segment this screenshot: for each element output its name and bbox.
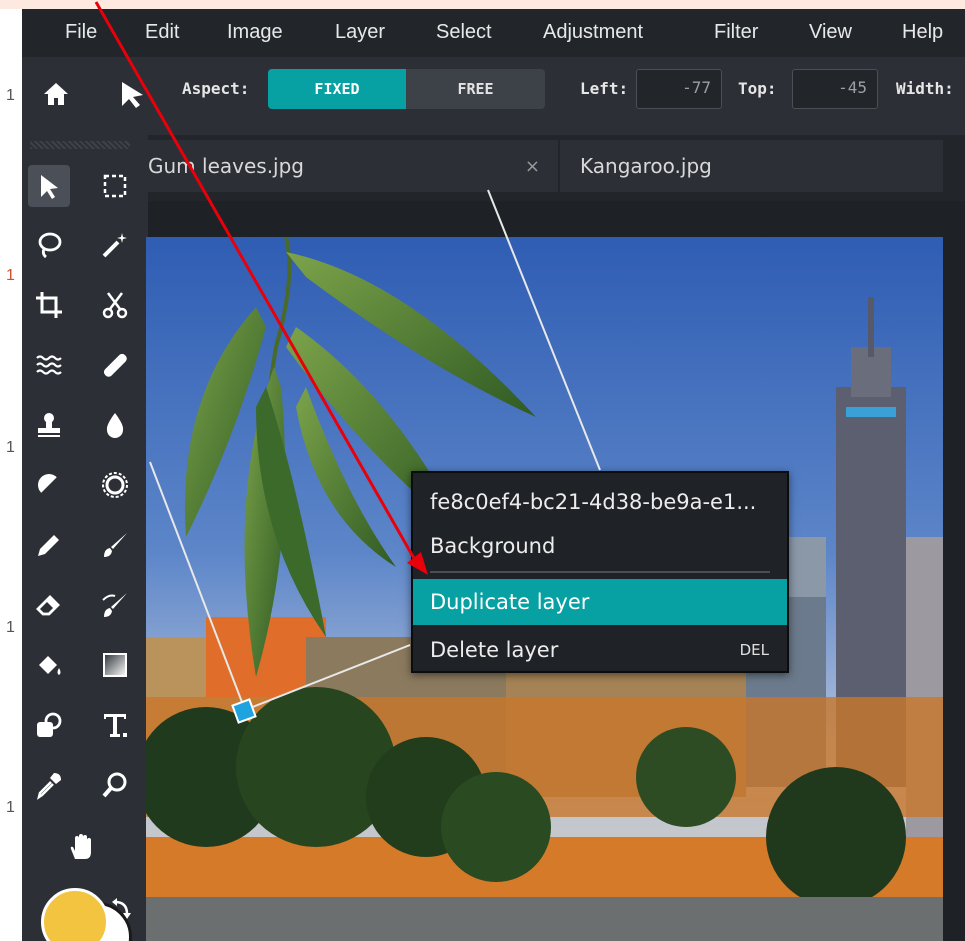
gradient-icon[interactable] (94, 644, 136, 686)
panel-grip[interactable] (30, 141, 140, 149)
menu-filter[interactable]: Filter (714, 21, 758, 44)
crop-icon[interactable] (28, 284, 70, 326)
duplicate-layer-label: Duplicate layer (430, 590, 590, 614)
left-label: Left: (580, 79, 629, 98)
blur-icon[interactable] (94, 404, 136, 446)
menu-image[interactable]: Image (227, 21, 283, 44)
ruler-number: 1 (6, 87, 15, 104)
lasso-icon[interactable] (28, 224, 70, 266)
menu-bar: File Edit Image Layer Select Adjustment … (22, 9, 965, 57)
fill-icon[interactable] (28, 644, 70, 686)
menu-view[interactable]: View (809, 21, 852, 44)
smudge-brush-icon[interactable] (94, 584, 136, 626)
menu-layer[interactable]: Layer (335, 21, 385, 44)
eraser-icon[interactable] (28, 584, 70, 626)
close-tab-icon[interactable]: × (525, 156, 540, 177)
aspect-free-button[interactable]: FREE (406, 69, 545, 109)
hand-icon[interactable] (61, 826, 103, 868)
width-label: Width: (896, 79, 954, 98)
home-icon[interactable] (42, 81, 70, 111)
liquify-icon[interactable] (28, 344, 70, 386)
cut-icon[interactable] (94, 284, 136, 326)
top-input[interactable]: -45 (792, 69, 878, 109)
layer-context-menu: fe8c0ef4-bc21-4d38-be9a-e1... Background… (411, 471, 789, 673)
left-input[interactable]: -77 (636, 69, 722, 109)
dodge-icon[interactable] (28, 464, 70, 506)
ctx-background-item[interactable]: Background (413, 523, 787, 569)
aspect-label: Aspect: (182, 79, 250, 98)
zoom-icon[interactable] (94, 764, 136, 806)
magic-wand-icon[interactable] (94, 224, 136, 266)
move-arrow-icon[interactable] (118, 80, 150, 114)
tab-label: Kangaroo.jpg (580, 154, 712, 178)
heal-icon[interactable] (94, 344, 136, 386)
menu-adjustment[interactable]: Adjustment (543, 21, 643, 44)
ctx-separator (430, 571, 770, 573)
ruler-number: 1 (6, 439, 15, 456)
sponge-icon[interactable] (94, 464, 136, 506)
ctx-background-label: Background (430, 534, 556, 558)
eyedropper-icon[interactable] (28, 764, 70, 806)
menu-select[interactable]: Select (436, 21, 492, 44)
shape-icon[interactable] (28, 704, 70, 746)
delete-layer-item[interactable]: Delete layer DEL (413, 627, 787, 673)
ruler-number: 1 (6, 619, 15, 636)
tab-label: Gum leaves.jpg (148, 154, 304, 178)
tab-gum-leaves[interactable]: Gum leaves.jpg × (130, 140, 558, 192)
delete-shortcut: DEL (739, 641, 769, 659)
ctx-layer-label: fe8c0ef4-bc21-4d38-be9a-e1... (430, 490, 757, 514)
clone-stamp-icon[interactable] (28, 404, 70, 446)
text-icon[interactable] (94, 704, 136, 746)
tab-kangaroo[interactable]: Kangaroo.jpg (558, 140, 943, 192)
delete-layer-label: Delete layer (430, 638, 559, 662)
menu-file[interactable]: File (65, 21, 97, 44)
pencil-icon[interactable] (28, 524, 70, 566)
menu-help[interactable]: Help (902, 21, 943, 44)
top-label: Top: (738, 79, 777, 98)
brush-icon[interactable] (94, 524, 136, 566)
ruler-number: 1 (6, 267, 15, 284)
ctx-layer-item[interactable]: fe8c0ef4-bc21-4d38-be9a-e1... (413, 479, 787, 525)
document-ruler-strip: 1 1 1 1 1 (0, 9, 22, 941)
duplicate-layer-item[interactable]: Duplicate layer (413, 579, 787, 625)
menu-edit[interactable]: Edit (145, 21, 179, 44)
ruler-number: 1 (6, 799, 15, 816)
aspect-fixed-button[interactable]: FIXED (268, 69, 406, 109)
move-tool-icon[interactable] (28, 165, 70, 207)
